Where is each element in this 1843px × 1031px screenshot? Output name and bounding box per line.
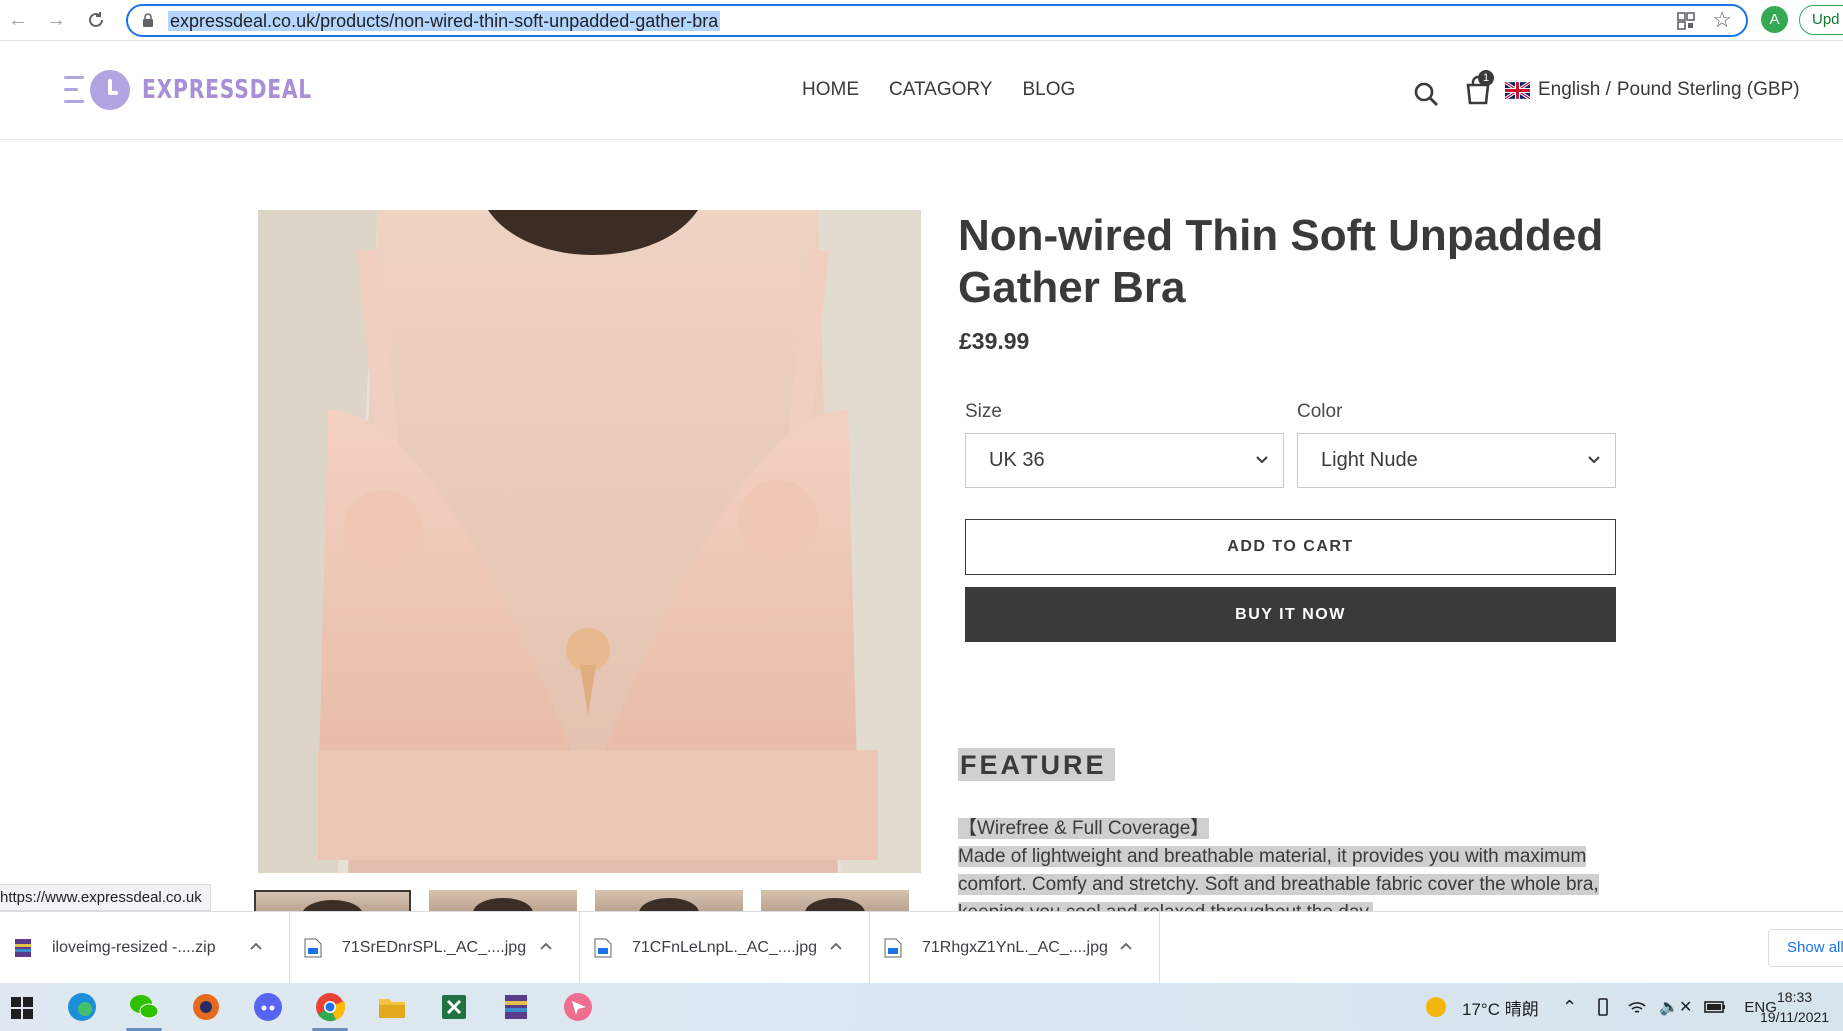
reload-icon[interactable] — [82, 6, 110, 34]
product-price: £39.99 — [959, 328, 1030, 354]
windows-start-icon[interactable] — [6, 991, 38, 1023]
windows-taskbar: 17°C 晴朗 ⌃ 🔈✕ ENG 18:33 19/11/2021 — [0, 983, 1843, 1031]
usb-icon[interactable] — [1597, 997, 1609, 1017]
main-nav: HOME CATAGORY BLOG — [802, 79, 1075, 101]
file-explorer-icon[interactable] — [376, 991, 408, 1023]
logo-text: EXPRESSDEAL — [142, 75, 313, 105]
speaker-muted-icon[interactable]: 🔈✕ — [1659, 997, 1692, 1017]
clock-time: 18:33 — [1776, 989, 1813, 1005]
product-title-line1: Non-wired Thin Soft Unpadded — [958, 211, 1604, 260]
download-item[interactable]: 71CFnLeLnpL._AC_....jpg — [580, 912, 870, 984]
add-to-cart-button[interactable]: ADD TO CART — [965, 519, 1616, 575]
chrome-icon[interactable] — [314, 991, 346, 1023]
buy-now-button[interactable]: BUY IT NOW — [965, 587, 1616, 642]
size-value: UK 36 — [989, 449, 1045, 471]
menu-lines-icon — [64, 72, 88, 108]
edge-icon[interactable] — [66, 991, 98, 1023]
chevron-down-icon — [1256, 456, 1268, 464]
nav-category[interactable]: CATAGORY — [889, 79, 992, 101]
download-filename: 71SrEDnrSPL._AC_....jpg — [342, 939, 527, 956]
archive-file-icon — [15, 939, 31, 957]
download-filename: 71CFnLeLnpL._AC_....jpg — [632, 939, 818, 956]
feature-line-1: Made of lightweight and breathable mater… — [958, 846, 1587, 867]
clock-icon — [90, 70, 130, 110]
image-file-icon — [594, 938, 612, 958]
bookmark-star-icon[interactable]: ☆ — [1712, 9, 1732, 31]
feature-line-2: comfort. Comfy and stretchy. Soft and br… — [958, 874, 1599, 895]
weather-widget[interactable]: 17°C 晴朗 — [1424, 983, 1539, 1031]
url-text[interactable]: expressdeal.co.uk/products/non-wired-thi… — [168, 11, 721, 31]
download-item[interactable]: iloveimg-resized -....zip — [0, 912, 290, 984]
site-logo[interactable]: EXPRESSDEAL — [64, 69, 360, 111]
wifi-icon[interactable] — [1627, 998, 1647, 1016]
wechat-icon[interactable] — [128, 991, 160, 1023]
color-label: Color — [1297, 401, 1343, 422]
language-label[interactable]: English / — [1538, 79, 1611, 100]
battery-icon[interactable] — [1704, 1000, 1726, 1014]
update-button[interactable]: Upd — [1799, 5, 1843, 35]
sun-icon — [1426, 997, 1446, 1017]
chevron-up-icon[interactable] — [828, 938, 844, 954]
color-value: Light Nude — [1321, 449, 1418, 471]
winrar-icon[interactable] — [500, 991, 532, 1023]
clock-date: 19/11/2021 — [1760, 1009, 1830, 1025]
download-filename: iloveimg-resized -....zip — [52, 939, 216, 956]
qr-icon[interactable] — [1676, 11, 1696, 31]
downloads-bar: iloveimg-resized -....zip 71SrEDnrSPL._A… — [0, 911, 1843, 984]
size-select[interactable]: UK 36 — [965, 433, 1284, 488]
image-file-icon — [304, 938, 322, 958]
forward-icon[interactable]: → — [42, 6, 70, 34]
color-select[interactable]: Light Nude — [1297, 433, 1616, 488]
address-bar[interactable]: expressdeal.co.uk/products/non-wired-thi… — [126, 4, 1748, 37]
uk-flag-icon — [1505, 82, 1530, 99]
lock-icon — [143, 13, 153, 27]
nav-home[interactable]: HOME — [802, 79, 859, 101]
system-tray: ⌃ 🔈✕ ENG — [1562, 983, 1777, 1031]
download-item[interactable]: 71RhgxZ1YnL._AC_....jpg — [870, 912, 1160, 984]
size-label: Size — [965, 401, 1002, 422]
chevron-up-icon[interactable] — [1118, 938, 1134, 954]
product-title: Non-wired Thin Soft Unpadded Gather Bra — [958, 210, 1658, 314]
browser-toolbar: ← → expressdeal.co.uk/products/non-wired… — [0, 0, 1843, 41]
back-icon[interactable]: ← — [4, 6, 32, 34]
profile-avatar[interactable]: A — [1761, 6, 1788, 33]
image-file-icon — [884, 938, 902, 958]
chevron-up-icon[interactable] — [538, 938, 554, 954]
discord-icon[interactable] — [252, 991, 284, 1023]
currency-label[interactable]: Pound Sterling (GBP) — [1617, 79, 1800, 100]
pink-app-icon[interactable] — [562, 991, 594, 1023]
game-app-icon[interactable] — [190, 991, 222, 1023]
show-all-downloads-button[interactable]: Show all — [1768, 929, 1843, 967]
product-main-image[interactable] — [258, 210, 921, 873]
status-bar-link: https://www.expressdeal.co.uk — [0, 884, 211, 911]
locale-selector[interactable]: English / Pound Sterling (GBP) — [1538, 79, 1800, 101]
chevron-up-icon[interactable] — [248, 938, 264, 954]
feature-heading: FEATURE — [958, 748, 1115, 781]
site-header: EXPRESSDEAL HOME CATAGORY BLOG 1 English… — [0, 41, 1843, 140]
search-icon[interactable] — [1413, 81, 1439, 107]
nav-blog[interactable]: BLOG — [1022, 79, 1075, 101]
download-filename: 71RhgxZ1YnL._AC_....jpg — [922, 939, 1108, 956]
download-item[interactable]: 71SrEDnrSPL._AC_....jpg — [290, 912, 580, 984]
taskbar-clock[interactable]: 18:33 19/11/2021 — [1760, 987, 1829, 1027]
excel-icon[interactable] — [438, 991, 470, 1023]
cart-count-badge: 1 — [1478, 70, 1494, 86]
product-title-line2: Gather Bra — [958, 263, 1186, 312]
chevron-up-icon[interactable]: ⌃ — [1562, 997, 1577, 1018]
feature-title: 【Wirefree & Full Coverage】 — [958, 818, 1210, 839]
weather-text: 17°C 晴朗 — [1462, 999, 1539, 1019]
chevron-down-icon — [1588, 456, 1600, 464]
